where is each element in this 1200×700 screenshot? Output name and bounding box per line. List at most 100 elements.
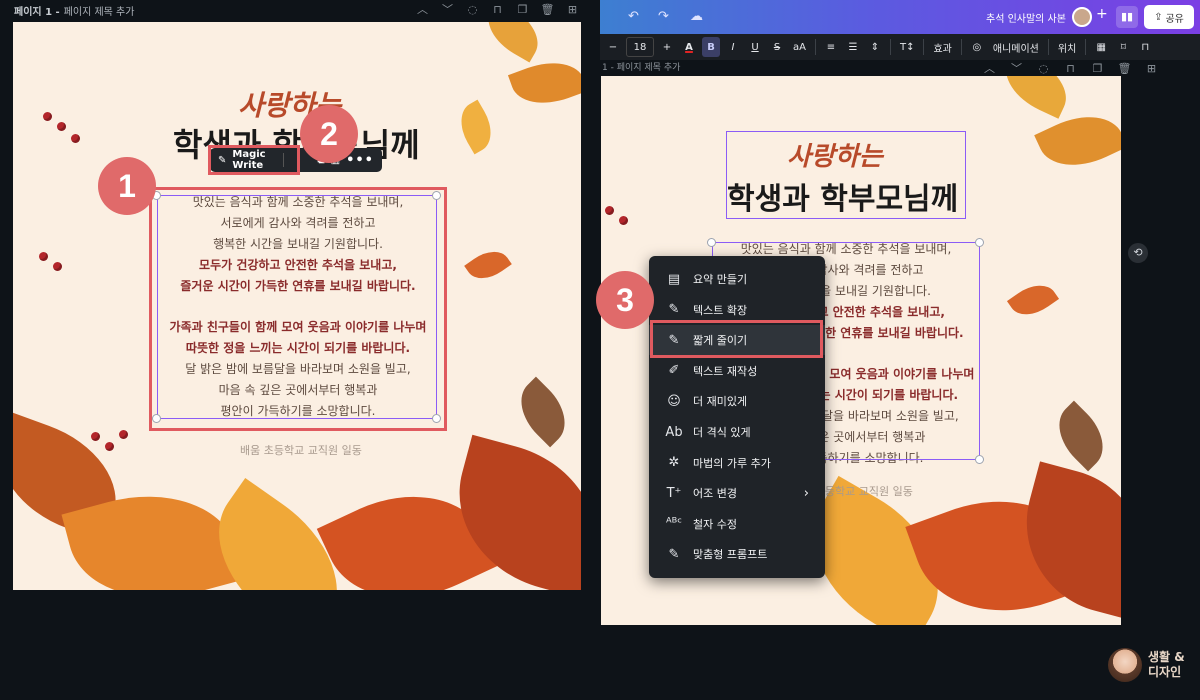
toolbar-divider bbox=[960, 39, 962, 55]
menu-item[interactable]: ✲ 마법의 가루 추가 bbox=[649, 448, 825, 478]
title-selection-box bbox=[726, 131, 966, 219]
leaf-decoration bbox=[507, 376, 579, 448]
align-icon[interactable]: ≡ bbox=[822, 37, 840, 57]
share-button[interactable]: ⇪ 공유 bbox=[1144, 5, 1194, 29]
bold-button[interactable]: B bbox=[702, 37, 720, 57]
berry-decoration bbox=[43, 112, 52, 121]
berry-decoration bbox=[57, 122, 66, 131]
left-editor-panel: 페이지 1 - 페이지 제목 추가 ︿ ﹀ ◌ ⊓ ❐ 🗑 ⊞ 사랑하는 학생과… bbox=[0, 0, 600, 700]
lock-icon[interactable]: ⊓ bbox=[1063, 61, 1078, 76]
font-size-decrease-button[interactable]: − bbox=[604, 37, 622, 57]
menu-item[interactable]: Ab 더 격식 있게 bbox=[649, 417, 825, 447]
menu-item-label: 더 재미있게 bbox=[693, 395, 748, 409]
page-tools-right: ︿ ﹀ ◌ ⊓ ❐ 🗑 ⊞ bbox=[982, 61, 1159, 76]
insights-chart-icon[interactable]: ▮▮ bbox=[1116, 6, 1138, 28]
refresh-icon[interactable]: ⟲ bbox=[1128, 243, 1148, 263]
underline-button[interactable]: U bbox=[746, 37, 764, 57]
berry-decoration bbox=[39, 252, 48, 261]
magic-write-menu: ▤ 요약 만들기 ✎ 텍스트 확장 ✎ 짧게 줄이기 ✐ 텍스트 재작성 ☺ 더 재미있게 Ab 더 … bbox=[649, 256, 825, 578]
duplicate-icon[interactable]: ❐ bbox=[1090, 61, 1105, 76]
undo-icon[interactable]: ↶ bbox=[628, 9, 639, 24]
add-page-icon[interactable]: ⊞ bbox=[1144, 61, 1159, 76]
menu-item-label: 텍스트 재작성 bbox=[693, 364, 758, 378]
more-options-icon[interactable]: ••• bbox=[346, 153, 374, 168]
toolbar-divider bbox=[814, 39, 816, 55]
redo-icon[interactable]: ↷ bbox=[658, 9, 669, 24]
formal-ab-icon: Ab bbox=[665, 424, 683, 440]
leaf-decoration bbox=[507, 51, 581, 115]
lock-icon[interactable]: ⊓ bbox=[490, 2, 505, 17]
spacing-icon[interactable]: ⇕ bbox=[866, 37, 884, 57]
add-page-icon[interactable]: ⊞ bbox=[565, 2, 580, 17]
page-number-label: 페이지 1 - bbox=[14, 6, 60, 18]
duplicate-icon[interactable]: ❐ bbox=[515, 2, 530, 17]
cloud-save-icon[interactable]: ☁ bbox=[690, 9, 703, 24]
highlight-text-box bbox=[149, 187, 447, 431]
berry-decoration bbox=[105, 442, 114, 451]
lock-icon[interactable]: ⊓ bbox=[1136, 37, 1154, 57]
user-avatar[interactable] bbox=[1072, 7, 1092, 27]
invite-plus-icon[interactable]: + bbox=[1096, 6, 1108, 22]
font-size-increase-button[interactable]: + bbox=[658, 37, 676, 57]
text-color-button[interactable]: A bbox=[680, 37, 698, 57]
font-size-input[interactable]: 18 bbox=[626, 37, 654, 57]
leaf-decoration bbox=[464, 242, 512, 288]
berry-decoration bbox=[91, 432, 100, 441]
chevron-up-icon[interactable]: ︿ bbox=[415, 2, 430, 17]
hide-icon[interactable]: ◌ bbox=[1036, 61, 1051, 76]
menu-item[interactable]: T⁺ 어조 변경 › bbox=[649, 478, 825, 508]
leaf-decoration bbox=[477, 22, 549, 63]
menu-item[interactable]: ✐ 텍스트 재작성 bbox=[649, 356, 825, 386]
animate-button[interactable]: 애니메이션 bbox=[990, 37, 1042, 57]
vertical-text-icon[interactable]: T↕ bbox=[897, 37, 918, 57]
strikethrough-button[interactable]: S bbox=[768, 37, 786, 57]
brand-text: 생활 & 디자인 bbox=[1148, 650, 1185, 680]
menu-item[interactable]: ▤ 요약 만들기 bbox=[649, 264, 825, 294]
text-case-button[interactable]: aA bbox=[790, 37, 809, 57]
smile-icon: ☺ bbox=[667, 393, 681, 409]
trash-icon[interactable]: 🗑 bbox=[1117, 61, 1132, 76]
page-title-placeholder[interactable]: 페이지 제목 추가 bbox=[64, 3, 135, 18]
brand-watermark: 생활 & 디자인 bbox=[1108, 648, 1185, 682]
resize-handle[interactable] bbox=[975, 455, 984, 464]
menu-item-label: 더 격식 있게 bbox=[693, 426, 751, 439]
chevron-down-icon[interactable]: ﹀ bbox=[440, 2, 455, 17]
resize-handle[interactable] bbox=[975, 238, 984, 247]
expand-wand-icon: ✎ bbox=[668, 302, 680, 318]
menu-item[interactable]: ✎ 맞춤형 프롬프트 bbox=[649, 539, 825, 569]
share-icon: ⇪ bbox=[1154, 11, 1163, 23]
menu-item-label: 어조 변경 bbox=[693, 487, 737, 501]
animate-icon: ◎ bbox=[972, 41, 982, 53]
text-format-toolbar: − 18 + A B I U S aA ≡ ☰ ⇕ T↕ 효과 ◎ 애니메이션 … bbox=[600, 34, 1200, 60]
brand-avatar bbox=[1108, 648, 1142, 682]
berry-decoration bbox=[53, 262, 62, 271]
chevron-up-icon[interactable]: ︿ bbox=[982, 61, 997, 76]
menu-item[interactable]: ☺ 더 재미있게 bbox=[649, 386, 825, 416]
leaf-decoration bbox=[1006, 275, 1060, 325]
share-label: 공유 bbox=[1165, 13, 1184, 25]
document-title[interactable]: 추석 인사말의 사본 bbox=[986, 10, 1066, 25]
editor-top-bar: ↶ ↷ ☁ bbox=[600, 0, 1200, 34]
chevron-down-icon[interactable]: ﹀ bbox=[1009, 61, 1024, 76]
transparency-icon[interactable]: ▦ bbox=[1092, 37, 1110, 57]
leaf-decoration bbox=[994, 76, 1078, 119]
hide-icon[interactable]: ◌ bbox=[465, 2, 480, 17]
resize-handle[interactable] bbox=[707, 238, 716, 247]
signature-text: 배움 초등학교 교직원 일동 bbox=[240, 444, 362, 457]
trash-icon[interactable]: 🗑 bbox=[540, 2, 555, 17]
step-badge-3: 3 bbox=[596, 271, 654, 329]
effects-button[interactable]: 효과 bbox=[930, 37, 954, 57]
paint-roller-icon[interactable]: ⌑ bbox=[1114, 37, 1132, 57]
menu-item-label: 맞춤형 프롬프트 bbox=[693, 548, 768, 562]
chevron-right-icon: › bbox=[803, 485, 809, 501]
brand-line1: 생활 & bbox=[1148, 650, 1185, 664]
brand-line2: 디자인 bbox=[1148, 665, 1182, 679]
position-button[interactable]: 위치 bbox=[1055, 37, 1079, 57]
menu-item[interactable]: ᴬᴮᶜ 철자 수정 bbox=[649, 509, 825, 539]
italic-button[interactable]: I bbox=[724, 37, 742, 57]
list-icon[interactable]: ☰ bbox=[844, 37, 862, 57]
page-tools: ︿ ﹀ ◌ ⊓ ❐ 🗑 ⊞ bbox=[415, 2, 580, 17]
highlight-magic-write bbox=[208, 145, 300, 175]
berry-decoration bbox=[605, 206, 614, 215]
step-badge-2: 2 bbox=[300, 105, 358, 163]
